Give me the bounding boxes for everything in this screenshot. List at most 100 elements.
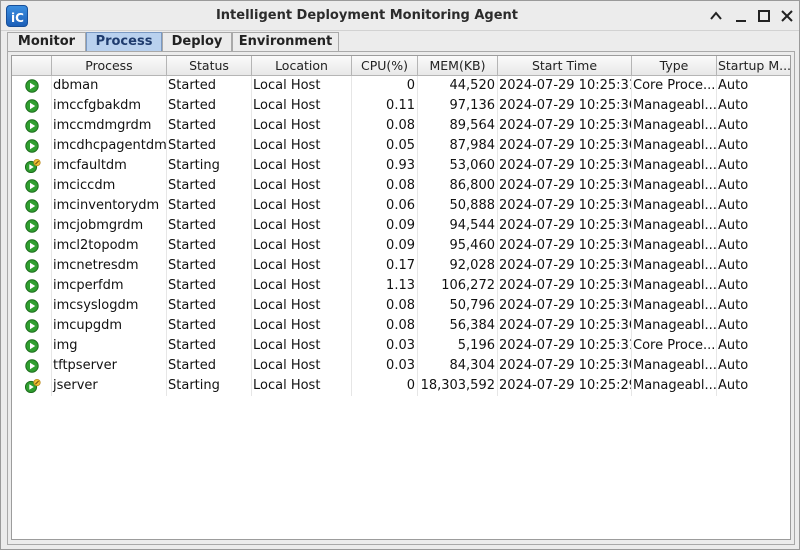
table-row[interactable]: imcnetresdm Started Local Host 0.17 92,028 20…	[12, 256, 790, 276]
status-icon-cell	[12, 256, 52, 276]
cpu-cell: 0.03	[352, 336, 418, 356]
table-row[interactable]: imcl2topodm Started Local Host 0.09 95,460 20…	[12, 236, 790, 256]
process-name: imcupgdm	[52, 316, 167, 336]
minimize-window-button[interactable]	[732, 7, 750, 25]
table-row[interactable]: imciccdm Started Local Host 0.08 86,800 2024-…	[12, 176, 790, 196]
mem-cell: 50,796	[418, 296, 498, 316]
column-header-location[interactable]: Location	[252, 56, 352, 76]
type-cell: Core Proce...	[632, 336, 717, 356]
location-cell: Local Host	[252, 76, 352, 96]
cpu-cell: 0	[352, 76, 418, 96]
tab-deploy[interactable]: Deploy	[162, 32, 232, 51]
status-icon-cell	[12, 216, 52, 236]
process-name: imccmdmgrdm	[52, 116, 167, 136]
table-row[interactable]: imccfgbakdm Started Local Host 0.11 97,136 20…	[12, 96, 790, 116]
mem-cell: 86,800	[418, 176, 498, 196]
start-time-cell: 2024-07-29 10:25:36	[498, 116, 632, 136]
column-header-cpu[interactable]: CPU(%)	[352, 56, 418, 76]
column-header-status[interactable]: Status	[167, 56, 252, 76]
tab-process[interactable]: Process	[86, 32, 162, 51]
process-name: imcperfdm	[52, 276, 167, 296]
mem-cell: 44,520	[418, 76, 498, 96]
table-row[interactable]: imcfaultdm Starting Local Host 0.93 53,060 20…	[12, 156, 790, 176]
process-name: imciccdm	[52, 176, 167, 196]
status-icon-cell	[12, 76, 52, 96]
cpu-cell: 0.09	[352, 216, 418, 236]
process-name: tftpserver	[52, 356, 167, 376]
cpu-cell: 0.08	[352, 176, 418, 196]
table-row[interactable]: imcjobmgrdm Started Local Host 0.09 94,544 20…	[12, 216, 790, 236]
status-cell: Started	[167, 236, 252, 256]
table-row[interactable]: tftpserver Started Local Host 0.03 84,304 202…	[12, 356, 790, 376]
startup-mode-cell: Auto	[718, 218, 749, 233]
status-cell: Started	[167, 76, 252, 96]
title-bar[interactable]: iC Intelligent Deployment Monitoring Age…	[1, 1, 799, 31]
location-cell: Local Host	[252, 316, 352, 336]
mem-cell: 95,460	[418, 236, 498, 256]
startup-mode-cell: Auto	[718, 158, 749, 173]
start-time-cell: 2024-07-29 10:25:36	[498, 256, 632, 276]
shade-window-button[interactable]	[707, 7, 725, 25]
column-header-icon[interactable]	[12, 56, 52, 76]
maximize-window-button[interactable]	[755, 7, 773, 25]
location-cell: Local Host	[252, 236, 352, 256]
tab-environment[interactable]: Environment	[232, 32, 339, 51]
table-row[interactable]: img Started Local Host 0.03 5,196 2024-07-29 …	[12, 336, 790, 356]
table-row[interactable]: jserver Starting Local Host 0 18,303,592 2024…	[12, 376, 790, 396]
start-time-cell: 2024-07-29 10:25:36	[498, 136, 632, 156]
location-cell: Local Host	[252, 296, 352, 316]
app-window: iC Intelligent Deployment Monitoring Age…	[0, 0, 800, 550]
table-row[interactable]: imcinventorydm Started Local Host 0.06 50,88…	[12, 196, 790, 216]
status-icon-cell	[12, 316, 52, 336]
column-header-start-time[interactable]: Start Time	[498, 56, 632, 76]
type-cell: Manageabl...	[632, 256, 717, 276]
startup-mode-cell: Auto	[718, 118, 749, 133]
startup-mode-cell: Auto	[718, 378, 749, 393]
cpu-cell: 0.09	[352, 236, 418, 256]
mem-cell: 18,303,592	[418, 376, 498, 396]
table-row[interactable]: dbman Started Local Host 0 44,520 2024-07-29 …	[12, 76, 790, 96]
status-icon-cell	[12, 96, 52, 116]
startup-mode-cell: Auto	[718, 298, 749, 313]
tab-monitor[interactable]: Monitor	[7, 32, 86, 51]
start-time-cell: 2024-07-29 10:25:36	[498, 176, 632, 196]
startup-mode-cell: Auto	[718, 238, 749, 253]
status-icon-cell	[12, 236, 52, 256]
column-header-process[interactable]: Process	[52, 56, 167, 76]
mem-cell: 56,384	[418, 316, 498, 336]
mem-cell: 89,564	[418, 116, 498, 136]
process-name: jserver	[52, 376, 167, 396]
process-name: img	[52, 336, 167, 356]
cpu-cell: 0.93	[352, 156, 418, 176]
column-header-startup-mode[interactable]: Startup M...	[717, 56, 790, 76]
window-title: Intelligent Deployment Monitoring Agent	[215, 8, 519, 23]
type-cell: Manageabl...	[632, 236, 717, 256]
status-cell: Started	[167, 196, 252, 216]
mem-cell: 94,544	[418, 216, 498, 236]
column-header-type[interactable]: Type	[632, 56, 717, 76]
status-cell: Started	[167, 116, 252, 136]
mem-cell: 50,888	[418, 196, 498, 216]
startup-mode-cell: Auto	[718, 98, 749, 113]
status-icon-cell	[12, 196, 52, 216]
table-row[interactable]: imcperfdm Started Local Host 1.13 106,272 202…	[12, 276, 790, 296]
table-row[interactable]: imcupgdm Started Local Host 0.08 56,384 2024-…	[12, 316, 790, 336]
column-header-mem[interactable]: MEM(KB)	[418, 56, 498, 76]
location-cell: Local Host	[252, 176, 352, 196]
startup-mode-cell: Auto	[718, 138, 749, 153]
status-icon-cell	[12, 296, 52, 316]
type-cell: Manageabl...	[632, 96, 717, 116]
table-row[interactable]: imcdhcpagentdm Started Local Host 0.05 87,98…	[12, 136, 790, 156]
table-row[interactable]: imccmdmgrdm Started Local Host 0.08 89,564 20…	[12, 116, 790, 136]
type-cell: Manageabl...	[632, 116, 717, 136]
close-window-button[interactable]	[778, 7, 796, 25]
table-row[interactable]: imcsyslogdm Started Local Host 0.08 50,796 20…	[12, 296, 790, 316]
status-cell: Started	[167, 216, 252, 236]
status-icon-cell	[12, 176, 52, 196]
cpu-cell: 0.11	[352, 96, 418, 116]
status-cell: Started	[167, 136, 252, 156]
cpu-cell: 1.13	[352, 276, 418, 296]
process-name: imcjobmgrdm	[52, 216, 167, 236]
table-header: Process Status Location CPU(%) MEM(KB) S…	[12, 56, 790, 76]
location-cell: Local Host	[252, 376, 352, 396]
